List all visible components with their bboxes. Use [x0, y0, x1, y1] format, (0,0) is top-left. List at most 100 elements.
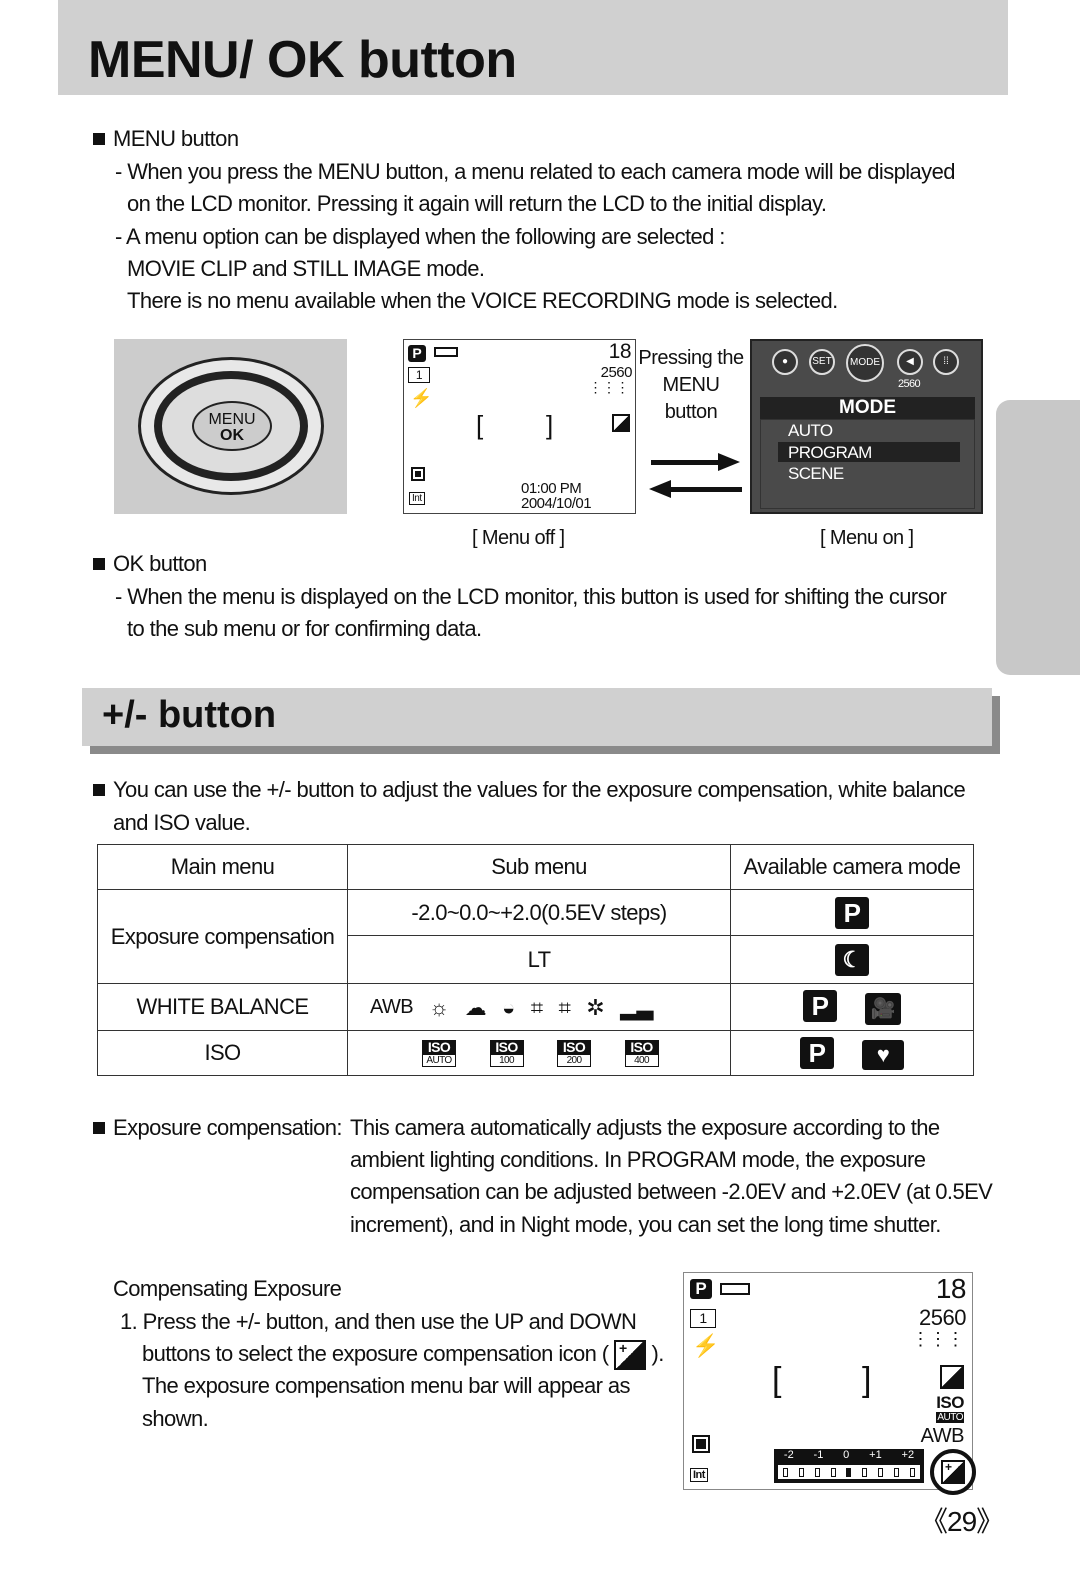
menu-heading: MENU button — [93, 123, 239, 155]
iso-200-icon: ISO 200 — [557, 1039, 592, 1067]
exp-label: Exposure compensation: — [93, 1112, 343, 1144]
cloudy-icon: ☁ — [464, 994, 487, 1020]
arrow-right-head — [718, 453, 740, 471]
flash-auto-icon: ⚡ — [410, 388, 432, 408]
menu-item-program[interactable]: PROGRAM — [788, 443, 872, 463]
internal-memory-icon: Int — [690, 1468, 708, 1482]
header-main-menu: Main menu — [97, 844, 348, 890]
pressing-line: button — [664, 401, 718, 423]
arrow-left-head — [649, 480, 671, 498]
mode-cell: P ♥ — [730, 1030, 974, 1076]
scale-label: +1 — [869, 1449, 882, 1461]
iso-label: ISO — [624, 1039, 659, 1054]
iso-value: 100 — [489, 1053, 524, 1067]
exposure-scale-bar[interactable]: -2 -1 0 +1 +2 — [774, 1449, 924, 1483]
resolution: 2560 — [898, 378, 921, 390]
side-tab — [996, 400, 1080, 675]
shots-remaining: 18 — [608, 340, 632, 363]
section-title: +/- button — [102, 694, 277, 736]
scale-label: +2 — [901, 1449, 915, 1461]
iso-label: ISO — [422, 1039, 456, 1054]
comp-line-text: buttons to select the exposure compensat… — [142, 1341, 609, 1366]
fluorescent-l-icon: ⌗ — [530, 994, 543, 1020]
exp-label-text: Exposure compensation: — [113, 1115, 343, 1140]
menu-line: - When you press the MENU button, a menu… — [115, 159, 955, 184]
pm-intro-text: You can use the +/- button to adjust the… — [113, 777, 966, 802]
custom-icon: ✲ — [586, 994, 605, 1020]
scale-step — [783, 1467, 789, 1477]
exp-line: compensation can be adjusted between -2.… — [350, 1179, 993, 1204]
quality-icon[interactable]: ⁞⁞ — [933, 349, 959, 375]
menu-line: - A menu option can be displayed when th… — [115, 224, 725, 249]
dial-menu-label: MENU — [208, 411, 256, 428]
ok-line: - When the menu is displayed on the LCD … — [115, 584, 947, 609]
menu-line: MOVIE CLIP and STILL IMAGE mode. — [127, 256, 485, 281]
comp-line: 1. Press the +/- button, and then use th… — [120, 1309, 637, 1334]
scale-step — [814, 1467, 820, 1477]
mode-icon[interactable]: MODE — [846, 344, 884, 382]
menu-item-auto[interactable]: AUTO — [788, 421, 833, 441]
exp-line: This camera automatically adjusts the ex… — [350, 1115, 940, 1140]
set-icon[interactable]: SET — [809, 349, 835, 375]
exposure-compensation-cell: Exposure compensation — [97, 889, 348, 984]
scale-step — [877, 1467, 883, 1477]
section-header-plus-minus: +/- button — [82, 688, 992, 746]
quality-icon: ⋮⋮⋮ — [911, 1329, 965, 1349]
frame-icon: 1 — [408, 367, 430, 383]
pressing-line: MENU — [662, 374, 720, 396]
arrow-right-icon — [651, 460, 721, 465]
iso-400-icon: ISO 400 — [624, 1039, 659, 1067]
white-balance-cell: WHITE BALANCE — [97, 983, 348, 1031]
page-header: MENU/ OK button — [58, 0, 1008, 95]
scale-step — [862, 1467, 868, 1477]
mode-cell: P — [730, 889, 974, 936]
exposure-compensation-icon[interactable]: + — [930, 1449, 976, 1495]
focus-bracket-right: ] — [862, 1361, 871, 1399]
internal-memory-icon: Int — [409, 492, 425, 505]
menu-on-caption: [ Menu on ] — [820, 527, 914, 549]
menu-item-scene[interactable]: SCENE — [788, 464, 844, 484]
iso-auto-icon: ISO AUTO — [422, 1039, 456, 1067]
options-table: Main menu Sub menu Available camera mode E… — [97, 844, 974, 1076]
exposure-compensation-icon: + — [614, 1340, 647, 1371]
stabilizer-icon — [692, 1435, 710, 1453]
scale-step — [893, 1467, 899, 1477]
battery-icon — [434, 347, 458, 357]
page-number: 《29》 — [920, 1506, 1004, 1537]
focus-bracket-left: [ — [476, 410, 483, 440]
fluorescent-h-icon: ◒ — [502, 994, 515, 1020]
iso-icons-cell: ISO AUTO ISO 100 ISO 200 ISO 400 — [347, 1030, 731, 1076]
movie-mode-icon: 🎥 — [865, 992, 901, 1025]
header-sub-menu: Sub menu — [347, 844, 731, 890]
comp-line: The exposure compensation menu bar will … — [142, 1373, 630, 1398]
program-mode-icon: P — [690, 1279, 712, 1299]
iso-mode: AUTO — [936, 1412, 964, 1423]
lcd-menu-off: P 18 1 2560 ⚡ ⋮⋮⋮ [ ] Int 01:00 PM 2004/… — [403, 339, 636, 514]
stabilizer-icon — [411, 467, 425, 481]
program-mode-icon: P — [800, 1036, 834, 1069]
metering-icon — [612, 414, 630, 432]
pressing-menu-label: Pressing the MENU button — [638, 345, 744, 426]
comp-line-text: ). — [651, 1341, 665, 1366]
arrow-left-icon — [670, 487, 742, 492]
metering-icon — [940, 1365, 964, 1389]
mode-cell: P 🎥 — [730, 983, 974, 1031]
heart-mode-icon: ♥ — [862, 1039, 904, 1070]
scale-step — [799, 1467, 805, 1477]
exposure-icon[interactable]: ◀ — [897, 349, 923, 375]
scale-step — [830, 1467, 836, 1477]
lt-cell: LT — [347, 935, 731, 984]
menu-off-caption: [ Menu off ] — [472, 527, 565, 549]
ok-heading-text: OK button — [113, 551, 207, 576]
iso-100-icon: ISO 100 — [489, 1039, 524, 1067]
quality-icon: ⋮⋮⋮ — [588, 379, 630, 395]
custom-wb-icon: ▂▃ — [620, 994, 653, 1020]
wb-icons-cell: AWB ☼ ☁ ◒ ⌗ ⌗ ✲ ▂▃ — [347, 983, 731, 1031]
shots-remaining: 18 — [935, 1273, 967, 1304]
page-title: MENU/ OK button — [88, 31, 517, 89]
focus-bracket-left: [ — [772, 1361, 781, 1399]
pm-intro: You can use the +/- button to adjust the… — [93, 774, 966, 806]
user-icon[interactable]: ● — [772, 349, 798, 375]
exp-line: increment), and in Night mode, you can s… — [350, 1212, 941, 1237]
resolution: 2560 — [919, 1305, 966, 1330]
